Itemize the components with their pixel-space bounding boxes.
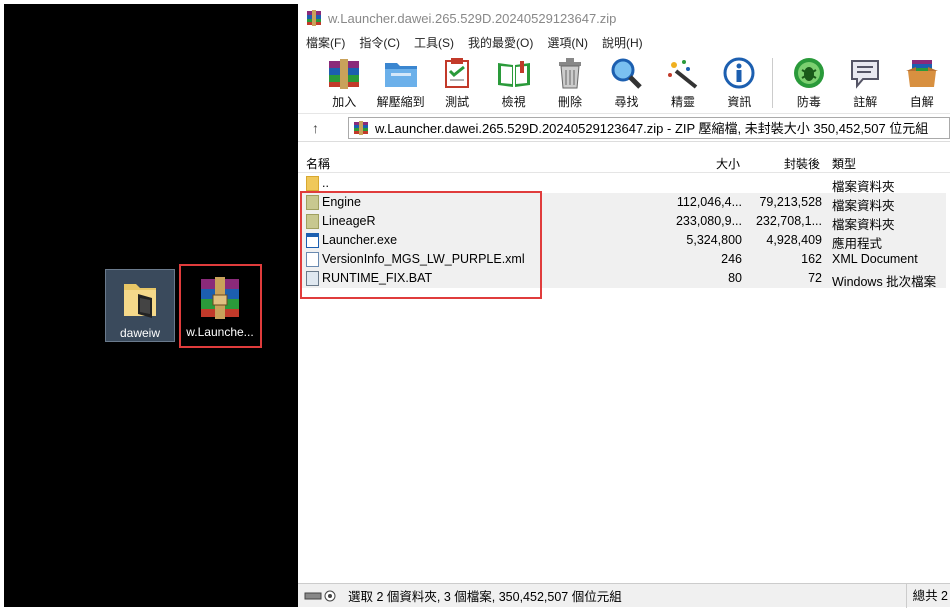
title-bar: w.Launcher.dawei.265.529D.20240529123647…: [298, 4, 950, 32]
file-type: Windows 批次檔案: [832, 275, 937, 289]
toolbar-info-button[interactable]: 資訊: [711, 56, 767, 110]
wizard-wand-icon: [667, 60, 698, 89]
menu-file[interactable]: 檔案(F): [306, 34, 345, 51]
highlight-box-desktop-archive: [179, 264, 262, 348]
status-bar: 選取 2 個資料夾, 3 個檔案, 350,452,507 個位元組 總共 2: [298, 583, 950, 608]
toolbar-extract-to-button[interactable]: 解壓縮到: [372, 56, 428, 110]
file-size: 80: [728, 271, 742, 285]
file-packed: 232,708,1...: [755, 214, 822, 228]
up-arrow-icon[interactable]: ↑: [312, 120, 330, 136]
winrar-window: w.Launcher.dawei.265.529D.20240529123647…: [298, 4, 950, 608]
desktop-icon-label: daweiw: [119, 326, 161, 340]
virus-scan-icon: [793, 58, 824, 88]
toolbar-label: 加入: [332, 95, 357, 109]
toolbar-label: 防毒: [796, 95, 821, 109]
toolbar-label: 檢視: [501, 95, 526, 109]
parent-folder-icon: [306, 176, 319, 191]
menu-tools[interactable]: 工具(S): [414, 34, 454, 51]
file-packed: 162: [801, 252, 822, 266]
toolbar-label: 自解: [909, 95, 934, 109]
file-packed: 4,928,409: [766, 233, 822, 247]
toolbar: 加入 解壓縮到 測試 檢視 刪除 尋找 精靈 資訊 防毒 註解 自解: [298, 52, 950, 114]
toolbar-label: 註解: [853, 95, 878, 109]
toolbar-label: 尋找: [614, 95, 639, 109]
status-total: 總共 2: [905, 583, 948, 608]
toolbar-test-button[interactable]: 測試: [429, 56, 485, 110]
toolbar-wizard-button[interactable]: 精靈: [655, 56, 711, 110]
file-size: 5,324,800: [686, 233, 742, 247]
column-packed[interactable]: 封裝後: [784, 155, 820, 172]
window-title: w.Launcher.dawei.265.529D.20240529123647…: [328, 10, 617, 26]
menu-help[interactable]: 說明(H): [602, 34, 643, 51]
sfx-icon: [905, 60, 938, 87]
view-book-icon: [497, 61, 530, 87]
archive-path-text: w.Launcher.dawei.265.529D.20240529123647…: [375, 121, 929, 136]
trash-icon: [559, 58, 582, 89]
file-size: 112,046,4...: [676, 195, 742, 209]
toolbar-sfx-button[interactable]: 自解: [894, 56, 950, 110]
toolbar-separator: [771, 58, 773, 108]
column-name[interactable]: 名稱: [306, 155, 330, 172]
add-archive-icon: [329, 59, 360, 89]
menu-commands[interactable]: 指令(C): [359, 34, 400, 51]
winrar-archive-icon: [354, 120, 368, 135]
comment-icon: [851, 60, 880, 89]
file-packed: 79,213,528: [759, 195, 822, 209]
address-bar: ↑ w.Launcher.dawei.265.529D.202405291236…: [298, 114, 950, 142]
file-name: ..: [322, 176, 329, 190]
toolbar-label: 解壓縮到: [376, 95, 425, 109]
toolbar-label: 測試: [445, 95, 470, 109]
column-size[interactable]: 大小: [716, 155, 740, 172]
file-size: 233,080,9...: [675, 214, 742, 228]
info-icon: [723, 57, 755, 89]
folder-icon: [124, 284, 156, 318]
toolbar-comment-button[interactable]: 註解: [837, 56, 893, 110]
menu-favorites[interactable]: 我的最愛(O): [468, 34, 533, 51]
file-size: 246: [721, 252, 742, 266]
menu-bar: 檔案(F) 指令(C) 工具(S) 我的最愛(O) 選項(N) 說明(H): [298, 32, 950, 52]
winrar-app-icon: [307, 10, 321, 26]
status-text: 選取 2 個資料夾, 3 個檔案, 350,452,507 個位元組: [348, 590, 622, 604]
archive-path-field[interactable]: w.Launcher.dawei.265.529D.20240529123647…: [348, 116, 950, 139]
test-icon: [445, 58, 470, 88]
toolbar-antivirus-button[interactable]: 防毒: [781, 56, 837, 110]
toolbar-label: 刪除: [558, 95, 583, 109]
toolbar-label: 資訊: [727, 95, 752, 109]
magnifier-icon: [611, 58, 643, 89]
highlight-box-file-list: [300, 191, 542, 299]
toolbar-label: 精靈: [670, 95, 695, 109]
toolbar-delete-button[interactable]: 刪除: [542, 56, 598, 110]
drive-icon: [304, 590, 336, 601]
file-packed: 72: [808, 271, 822, 285]
toolbar-view-button[interactable]: 檢視: [485, 56, 541, 110]
desktop-icon-folder[interactable]: daweiw: [105, 269, 175, 342]
extract-to-icon: [384, 63, 417, 87]
column-type[interactable]: 類型: [832, 155, 856, 172]
toolbar-add-button[interactable]: 加入: [316, 56, 372, 110]
menu-options[interactable]: 選項(N): [547, 34, 588, 51]
toolbar-find-button[interactable]: 尋找: [598, 56, 654, 110]
file-list-header: 名稱 大小 封裝後 類型: [298, 151, 950, 173]
file-type: XML Document: [832, 252, 918, 266]
